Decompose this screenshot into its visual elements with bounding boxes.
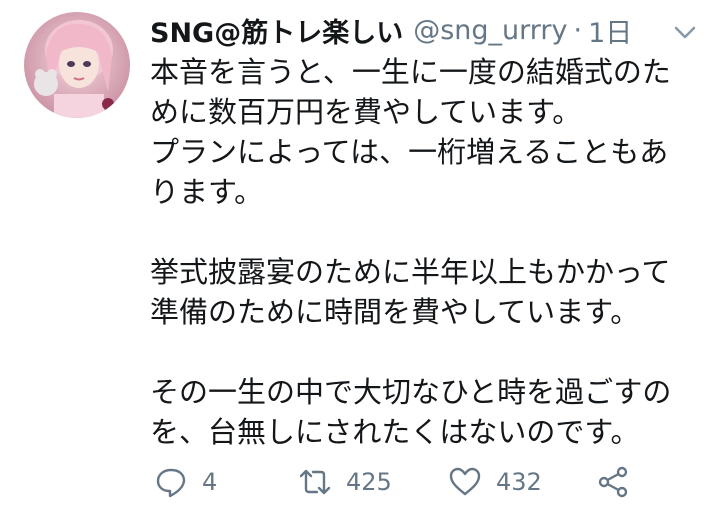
tweet-text-line: めに数百万円を費やしています。 — [150, 95, 582, 129]
reply-icon — [156, 468, 186, 498]
tweet-text: 本音を言うと、一生に一度の結婚式のた めに数百万円を費やしています。 プランによ… — [150, 52, 710, 452]
chevron-down-icon[interactable] — [671, 20, 699, 44]
tweet-text-line: 本音を言うと、一生に一度の結婚式のた — [150, 55, 671, 89]
share-button[interactable] — [596, 462, 630, 502]
tweet-text-line: を、台無しにされたくはないのです。 — [150, 415, 640, 449]
tweet[interactable]: SNG@筋トレ楽しい @sng_urrry · 1日 本音を言うと、一生に一度の… — [0, 0, 720, 520]
retweet-button[interactable]: 425 — [298, 462, 392, 502]
tweet-text-line — [150, 332, 710, 372]
separator-dot: · — [573, 14, 583, 46]
reply-button[interactable]: 4 — [154, 462, 217, 502]
user-handle[interactable]: @sng_urrry — [413, 15, 567, 46]
heart-icon — [449, 467, 481, 496]
tweet-text-line: 準備のために時間を費やしています。 — [150, 295, 640, 329]
tweet-text-line: ります。 — [150, 175, 264, 209]
tweet-actions: 4 425 432 — [150, 462, 710, 502]
tweet-text-line: 挙式披露宴のために半年以上もかかって — [150, 255, 671, 289]
avatar-image — [24, 12, 130, 118]
share-icon — [598, 466, 628, 498]
tweet-text-line — [150, 212, 710, 252]
like-button[interactable]: 432 — [448, 462, 542, 502]
tweet-header: SNG@筋トレ楽しい @sng_urrry · 1日 — [150, 10, 632, 50]
like-count: 432 — [496, 468, 542, 496]
tweet-text-line: その一生の中で大切なひと時を過ごすの — [150, 375, 672, 409]
retweet-icon — [299, 469, 331, 495]
display-name[interactable]: SNG@筋トレ楽しい — [150, 11, 403, 50]
reply-count: 4 — [202, 468, 218, 496]
avatar[interactable] — [24, 12, 130, 118]
tweet-timestamp[interactable]: 1日 — [588, 11, 632, 50]
tweet-text-line: プランによっては、一桁増えることもあ — [150, 135, 669, 169]
retweet-count: 425 — [346, 468, 392, 496]
